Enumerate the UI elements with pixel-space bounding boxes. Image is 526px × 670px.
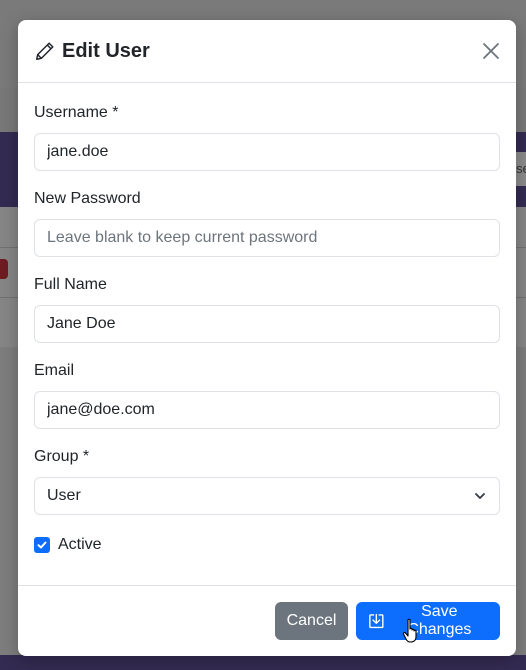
full-name-group: Full Name	[34, 273, 500, 343]
edit-user-modal: Edit User Username * New Password Full N…	[18, 20, 516, 656]
background-bottom-bar	[0, 655, 526, 670]
close-button[interactable]	[480, 40, 502, 62]
background-badge	[0, 259, 8, 279]
group-select[interactable]: User	[34, 477, 500, 515]
username-label: Username *	[34, 104, 119, 121]
active-label: Active	[58, 536, 102, 553]
save-download-icon	[369, 613, 384, 629]
group-select-value: User	[47, 487, 81, 504]
pencil-icon	[36, 42, 54, 60]
group-label: Group *	[34, 448, 90, 465]
password-group: New Password	[34, 187, 500, 257]
close-icon	[483, 43, 499, 59]
save-changes-button[interactable]: Save Changes	[356, 602, 500, 640]
email-group: Email	[34, 359, 500, 429]
username-input[interactable]	[34, 133, 500, 171]
chevron-down-icon	[475, 493, 485, 499]
username-group: Username *	[34, 101, 500, 171]
active-checkbox[interactable]	[34, 537, 50, 553]
email-input[interactable]	[34, 391, 500, 429]
password-input[interactable]	[34, 219, 500, 257]
modal-body: Username * New Password Full Name Email …	[18, 83, 516, 557]
full-name-input[interactable]	[34, 305, 500, 343]
active-checkbox-row[interactable]: Active	[34, 533, 500, 557]
modal-header: Edit User	[18, 20, 516, 83]
hand-pointer-cursor-icon	[402, 618, 417, 643]
full-name-label: Full Name	[34, 276, 107, 293]
modal-title: Edit User	[34, 40, 150, 63]
cancel-button[interactable]: Cancel	[275, 602, 348, 640]
email-label: Email	[34, 362, 75, 379]
password-label: New Password	[34, 190, 141, 207]
modal-footer: Cancel Save Changes	[18, 585, 516, 656]
group-group: Group * User	[34, 445, 500, 515]
checkmark-icon	[37, 541, 47, 549]
modal-title-text: Edit User	[62, 39, 150, 62]
